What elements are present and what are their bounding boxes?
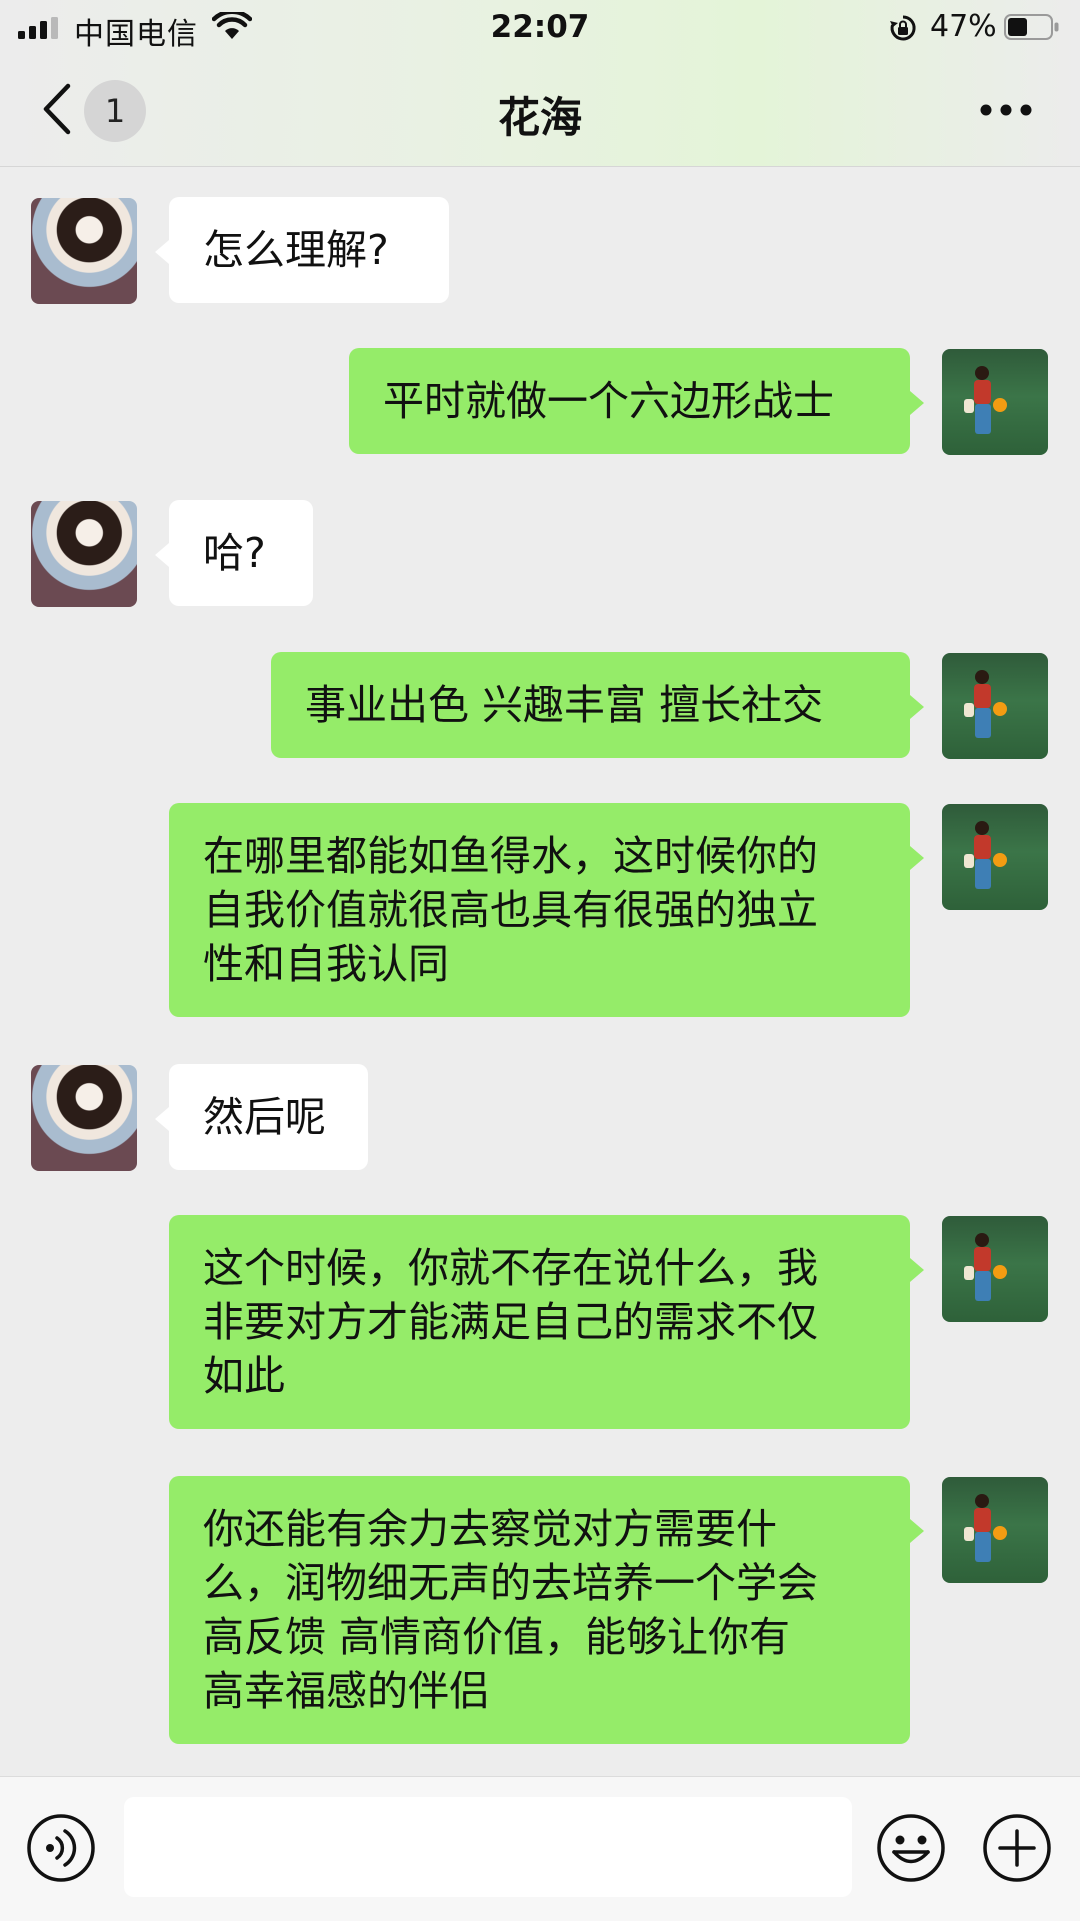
battery-percent: 47% bbox=[930, 9, 997, 44]
plus-icon[interactable] bbox=[982, 1813, 1052, 1883]
bubble-tail bbox=[155, 240, 169, 264]
message-text-line: 高幸福感的伴侣 bbox=[203, 1667, 490, 1715]
message-text-line: 哈? bbox=[203, 529, 266, 577]
bubble-tail bbox=[910, 1519, 924, 1543]
message-bubble[interactable]: 哈? bbox=[169, 500, 313, 606]
status-time: 22:07 bbox=[490, 9, 590, 45]
chat-header: 1 花海 bbox=[0, 54, 1080, 166]
voice-icon[interactable] bbox=[26, 1813, 96, 1883]
status-bar: 中国电信 22:07 47% bbox=[0, 0, 1080, 54]
bubble-tail bbox=[155, 1107, 169, 1131]
contact-avatar[interactable] bbox=[31, 501, 137, 607]
bubble-tail bbox=[910, 1258, 924, 1282]
message-text-line: 么，润物细无声的去培养一个学会 bbox=[203, 1559, 818, 1607]
my-avatar[interactable] bbox=[942, 1477, 1048, 1583]
message-text-line: 这个时候，你就不存在说什么，我 bbox=[203, 1244, 818, 1292]
bubble-tail bbox=[910, 391, 924, 415]
message-bubble[interactable]: 然后呢 bbox=[169, 1064, 368, 1170]
my-avatar[interactable] bbox=[942, 349, 1048, 455]
message-text-line: 平时就做一个六边形战士 bbox=[383, 377, 834, 425]
message-text-line: 非要对方才能满足自己的需求不仅 bbox=[203, 1298, 818, 1346]
message-text-line: 性和自我认同 bbox=[203, 940, 449, 988]
message-bubble[interactable]: 在哪里都能如鱼得水，这时候你的 自我价值就很高也具有很强的独立 性和自我认同 bbox=[169, 803, 910, 1017]
message-text-line: 事业出色 兴趣丰富 擅长社交 bbox=[305, 681, 824, 729]
battery-icon bbox=[1004, 14, 1059, 40]
my-avatar[interactable] bbox=[942, 804, 1048, 910]
my-avatar[interactable] bbox=[942, 1216, 1048, 1322]
message-text-line: 然后呢 bbox=[203, 1093, 326, 1141]
bubble-tail bbox=[910, 846, 924, 870]
top-bar: 中国电信 22:07 47% 1 花海 bbox=[0, 0, 1080, 167]
message-bubble[interactable]: 怎么理解? bbox=[169, 197, 449, 303]
message-bubble[interactable]: 你还能有余力去察觉对方需要什 么，润物细无声的去培养一个学会 高反馈 高情商价值，能… bbox=[169, 1476, 910, 1744]
message-bubble[interactable]: 这个时候，你就不存在说什么，我 非要对方才能满足自己的需求不仅 如此 bbox=[169, 1215, 910, 1429]
message-text-line: 你还能有余力去察觉对方需要什 bbox=[203, 1505, 777, 1553]
message-text-line: 如此 bbox=[203, 1352, 285, 1400]
chat-title: 花海 bbox=[497, 93, 582, 142]
more-icon[interactable] bbox=[980, 102, 1032, 118]
input-bar bbox=[0, 1776, 1080, 1921]
bubble-tail bbox=[910, 695, 924, 719]
message-text-line: 自我价值就很高也具有很强的独立 bbox=[203, 886, 818, 934]
my-avatar[interactable] bbox=[942, 653, 1048, 759]
rotation-lock-icon bbox=[890, 15, 916, 41]
emoji-icon[interactable] bbox=[876, 1813, 946, 1883]
message-input[interactable] bbox=[124, 1797, 852, 1897]
message-text-line: 高反馈 高情商价值，能够让你有 bbox=[203, 1613, 791, 1661]
message-bubble[interactable]: 平时就做一个六边形战士 bbox=[349, 348, 910, 454]
contact-avatar[interactable] bbox=[31, 198, 137, 304]
bubble-tail bbox=[155, 543, 169, 567]
message-text-line: 在哪里都能如鱼得水，这时候你的 bbox=[203, 832, 818, 880]
message-bubble[interactable]: 事业出色 兴趣丰富 擅长社交 bbox=[271, 652, 910, 758]
contact-avatar[interactable] bbox=[31, 1065, 137, 1171]
message-text-line: 怎么理解? bbox=[203, 226, 389, 274]
